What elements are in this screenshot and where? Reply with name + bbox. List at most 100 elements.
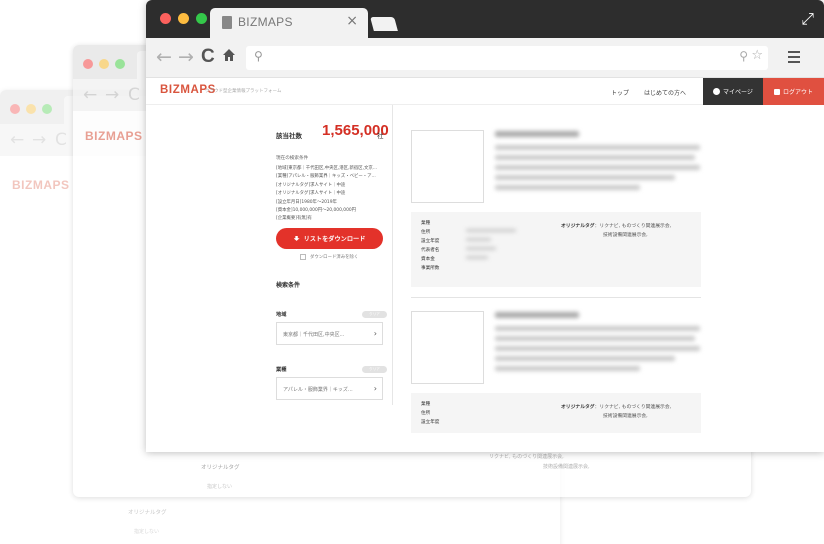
field-label: 資本金	[421, 257, 435, 262]
nav-link-top[interactable]: トップ	[611, 88, 629, 97]
industry-select-value: アパレル・服飾業界｜キッズ...	[283, 387, 353, 393]
result-count-unit: 社	[377, 132, 384, 140]
field-value-blurred	[466, 256, 488, 259]
close-dot-icon[interactable]	[160, 13, 171, 24]
bookmark-star-icon[interactable]: ☆	[751, 48, 763, 63]
field-label: 設立年度	[421, 239, 440, 244]
search-icon: ⚲	[254, 49, 263, 63]
company-name-blurred	[495, 312, 579, 318]
region-select[interactable]: 東京都｜千代田区,中央区... ›	[276, 322, 383, 345]
browser-tab-active[interactable]: BIZMAPS ×	[210, 8, 368, 38]
tag-select-value: 指定しない	[207, 484, 233, 490]
company-description-blurred	[495, 356, 675, 361]
company-info-box: 業種 住所 設立年度 代表者名 資本金 事業所数 オリジナルタグ：リクナビ, も…	[411, 212, 701, 287]
window-controls	[83, 59, 125, 69]
search-sidebar: 該当社数 1,565,000 社 現在の検索条件 [地域]東京都｜千代田区,中央…	[270, 105, 393, 405]
field-value-blurred	[466, 229, 516, 232]
original-tag-line: オリジナルタグ：リクナビ, ものづくり関連展示会,	[561, 224, 672, 229]
minimize-dot-icon[interactable]	[178, 13, 189, 24]
company-name-blurred	[495, 131, 579, 137]
tab-title: BIZMAPS	[238, 15, 293, 29]
window-controls	[160, 13, 207, 24]
site-tagline: クラウド型企業情報プラットフォーム	[205, 89, 282, 94]
company-description-blurred	[495, 175, 675, 180]
original-tag-value: リクナビ, ものづくり関連展示会,	[599, 224, 672, 229]
browser-window: BIZMAPS × ⤢ ← → C ⚲ ⚲ ☆ BIZMAPS クラウド型企業情…	[146, 0, 824, 452]
page-content: 該当社数 1,565,000 社 現在の検索条件 [地域]東京都｜千代田区,中央…	[146, 105, 824, 433]
company-description-blurred	[495, 326, 700, 331]
exclude-downloaded-label: ダウンロード済みを除く	[310, 255, 359, 260]
condition-item: [オリジナルタグ]求人サイト｜中途	[276, 191, 346, 197]
region-section-label: 地域	[276, 312, 287, 318]
user-icon	[713, 88, 721, 95]
region-clear-button[interactable]: クリア	[362, 311, 387, 318]
fullscreen-icon[interactable]: ⤢	[801, 9, 814, 29]
url-bar[interactable]: ⚲ ⚲ ☆	[246, 46, 768, 70]
industry-section-label: 業種	[276, 367, 287, 373]
field-value-blurred	[466, 238, 491, 241]
company-description-blurred	[495, 145, 700, 150]
current-conditions-list: [地域]東京都｜千代田区,中央区,港区,新宿区,文京... [業種]アパレル・服…	[276, 165, 388, 224]
company-description-blurred	[495, 155, 695, 160]
chevron-right-icon: ›	[373, 384, 377, 393]
result-count-label: 該当社数	[276, 132, 302, 140]
original-tag-label: オリジナルタグ	[561, 405, 595, 410]
region-select-value: 東京都｜千代田区,中央区...	[283, 332, 345, 338]
company-description-blurred	[495, 346, 700, 351]
download-list-button[interactable]: リストをダウンロード	[276, 228, 383, 249]
field-label: 住所	[421, 411, 431, 416]
original-tag-value: リクナビ, ものづくり関連展示会,	[599, 405, 672, 410]
condition-item: [地域]東京都｜千代田区,中央区,港区,新宿区,文京...	[276, 166, 378, 171]
back-arrow-icon: ←	[83, 85, 98, 105]
original-tag-label: オリジナルタグ	[561, 224, 595, 229]
exclude-downloaded-checkbox[interactable]	[300, 254, 306, 260]
company-thumbnail	[411, 130, 484, 203]
field-label: 事業所数	[421, 266, 440, 271]
industry-select[interactable]: アパレル・服飾業界｜キッズ... ›	[276, 377, 383, 400]
condition-item: [オリジナルタグ]求人サイト｜中途	[276, 182, 346, 188]
site-logo: BIZMAPS	[85, 129, 143, 143]
home-icon[interactable]	[222, 48, 236, 62]
condition-item: [業種]アパレル・服飾業界｜キッズ・ベビー・ア...	[276, 174, 376, 180]
zoom-icon[interactable]: ⚲	[739, 49, 748, 63]
exclude-downloaded-option[interactable]: ダウンロード済みを除く	[300, 254, 358, 260]
forward-arrow-icon: →	[32, 130, 47, 150]
new-tab-button[interactable]	[370, 17, 398, 31]
download-button-label: リストをダウンロード	[303, 236, 366, 243]
reload-icon[interactable]: C	[201, 46, 215, 68]
desktop-stage: ← → C BIZMAPS オリジナルタグ 指定しない ← → C BIZMAP…	[0, 0, 824, 544]
field-label: 業種	[421, 221, 431, 226]
tag-value-line: リクナビ, ものづくり関連展示会,	[489, 454, 564, 460]
maximize-dot-icon[interactable]	[196, 13, 207, 24]
tag-section-label: オリジナルタグ	[128, 510, 167, 516]
field-label: 設立年度	[421, 420, 440, 425]
tag-section-label: オリジナルタグ	[201, 465, 240, 471]
window-controls	[10, 104, 52, 114]
nav-link-beginners[interactable]: はじめての方へ	[644, 88, 686, 97]
company-thumbnail	[411, 311, 484, 384]
tag-select-value: 指定しない	[134, 529, 160, 535]
hamburger-menu-icon[interactable]	[788, 51, 800, 66]
reload-icon: C	[55, 130, 67, 150]
condition-item: [設立年月日]1980年〜2019年	[276, 199, 337, 205]
reload-icon: C	[128, 85, 140, 105]
company-description-blurred	[495, 336, 695, 341]
close-dot-icon	[83, 59, 93, 69]
back-arrow-icon[interactable]: ←	[156, 46, 172, 68]
mypage-button[interactable]: マイページ	[703, 78, 763, 105]
logout-button[interactable]: ログアウト	[763, 78, 824, 105]
tag-value-line: 技術設備関連展示会,	[543, 464, 590, 470]
back-arrow-icon: ←	[10, 130, 25, 150]
field-label: 代表者名	[421, 248, 440, 253]
forward-arrow-icon[interactable]: →	[178, 46, 194, 68]
company-description-blurred	[495, 366, 640, 371]
company-description-blurred	[495, 165, 700, 170]
close-dot-icon	[10, 104, 20, 114]
chevron-right-icon: ›	[373, 329, 377, 338]
result-divider	[411, 297, 701, 298]
maximize-dot-icon	[42, 104, 52, 114]
industry-clear-button[interactable]: クリア	[362, 366, 387, 373]
titlebar: BIZMAPS × ⤢	[146, 0, 824, 38]
maximize-dot-icon	[115, 59, 125, 69]
tab-close-icon[interactable]: ×	[346, 13, 358, 29]
